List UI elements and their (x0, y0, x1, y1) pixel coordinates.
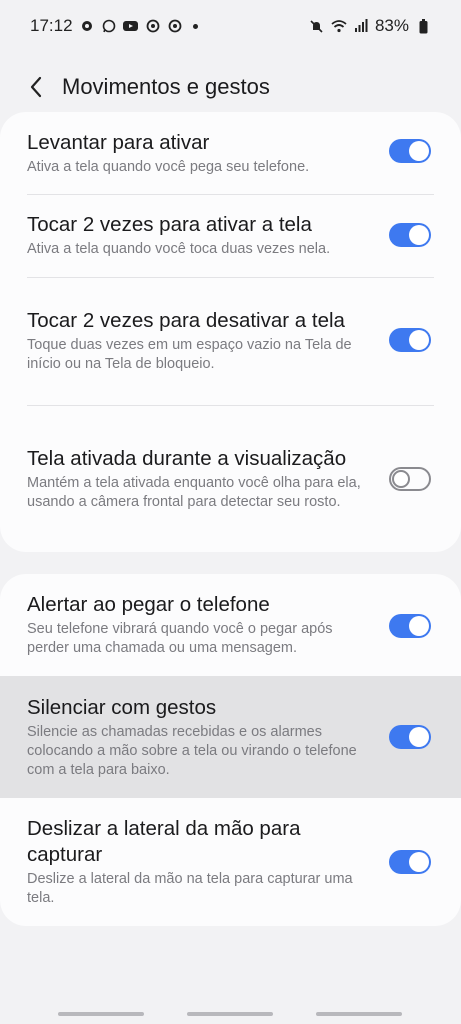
status-left: 17:12 (30, 16, 198, 36)
signal-icon (353, 18, 369, 34)
back-button[interactable] (22, 69, 50, 105)
toggle-smart-alert[interactable] (389, 614, 431, 638)
nav-handle[interactable] (187, 1012, 273, 1016)
back-arrow-icon (30, 76, 42, 98)
status-bar: 17:12 83% (0, 0, 461, 52)
setting-subtitle: Silencie as chamadas recebidas e os alar… (27, 723, 357, 778)
setting-title: Tela ativada durante a visualização (27, 446, 347, 470)
mute-icon (309, 18, 325, 34)
setting-subtitle: Deslize a lateral da mão na tela para ca… (27, 871, 353, 906)
toggle-palm-swipe[interactable] (389, 850, 431, 874)
nav-handle[interactable] (58, 1012, 144, 1016)
setting-title: Tocar 2 vezes para ativar a tela (27, 213, 312, 236)
toggle-smart-stay[interactable] (389, 467, 431, 491)
battery-icon (415, 18, 431, 34)
setting-title: Deslizar a lateral da mão para capturar (27, 817, 301, 866)
setting-subtitle: Ativa a tela quando você toca duas vezes… (27, 241, 331, 257)
app-icon (145, 18, 161, 34)
setting-title: Alertar ao pegar o telefone (27, 593, 270, 616)
setting-subtitle: Mantém a tela ativada enquanto você olha… (27, 474, 361, 510)
setting-subtitle: Seu telefone vibrará quando você o pegar… (27, 621, 333, 656)
toggle-double-tap-wake[interactable] (389, 223, 431, 247)
setting-title: Tocar 2 vezes para desativar a tela (27, 309, 345, 332)
toggle-easy-mute[interactable] (389, 725, 431, 749)
setting-subtitle: Toque duas vezes em um espaço vazio na T… (27, 337, 352, 372)
whatsapp-icon (101, 18, 117, 34)
toggle-double-tap-sleep[interactable] (389, 328, 431, 352)
youtube-icon (123, 18, 139, 34)
app-icon (167, 18, 183, 34)
setting-subtitle: Ativa a tela quando você pega seu telefo… (27, 158, 310, 175)
gear-icon (79, 18, 95, 34)
setting-title: Silenciar com gestos (27, 695, 217, 719)
setting-title: Levantar para ativar (27, 130, 210, 154)
nav-handle[interactable] (316, 1012, 402, 1016)
page-title: Movimentos e gestos (62, 74, 270, 99)
settings-card-screen: Levantar para ativar Ativa a tela quando… (0, 112, 461, 552)
more-notifications-dot (192, 23, 198, 29)
navigation-bar (0, 1002, 461, 1024)
toggle-lift-to-wake[interactable] (389, 139, 431, 163)
status-time: 17:12 (30, 16, 73, 35)
battery-percent: 83% (374, 16, 409, 35)
wifi-icon (331, 18, 347, 34)
settings-card-alerts: Alertar ao pegar o telefone Seu telefone… (0, 574, 461, 926)
status-right: 83% (309, 16, 431, 36)
